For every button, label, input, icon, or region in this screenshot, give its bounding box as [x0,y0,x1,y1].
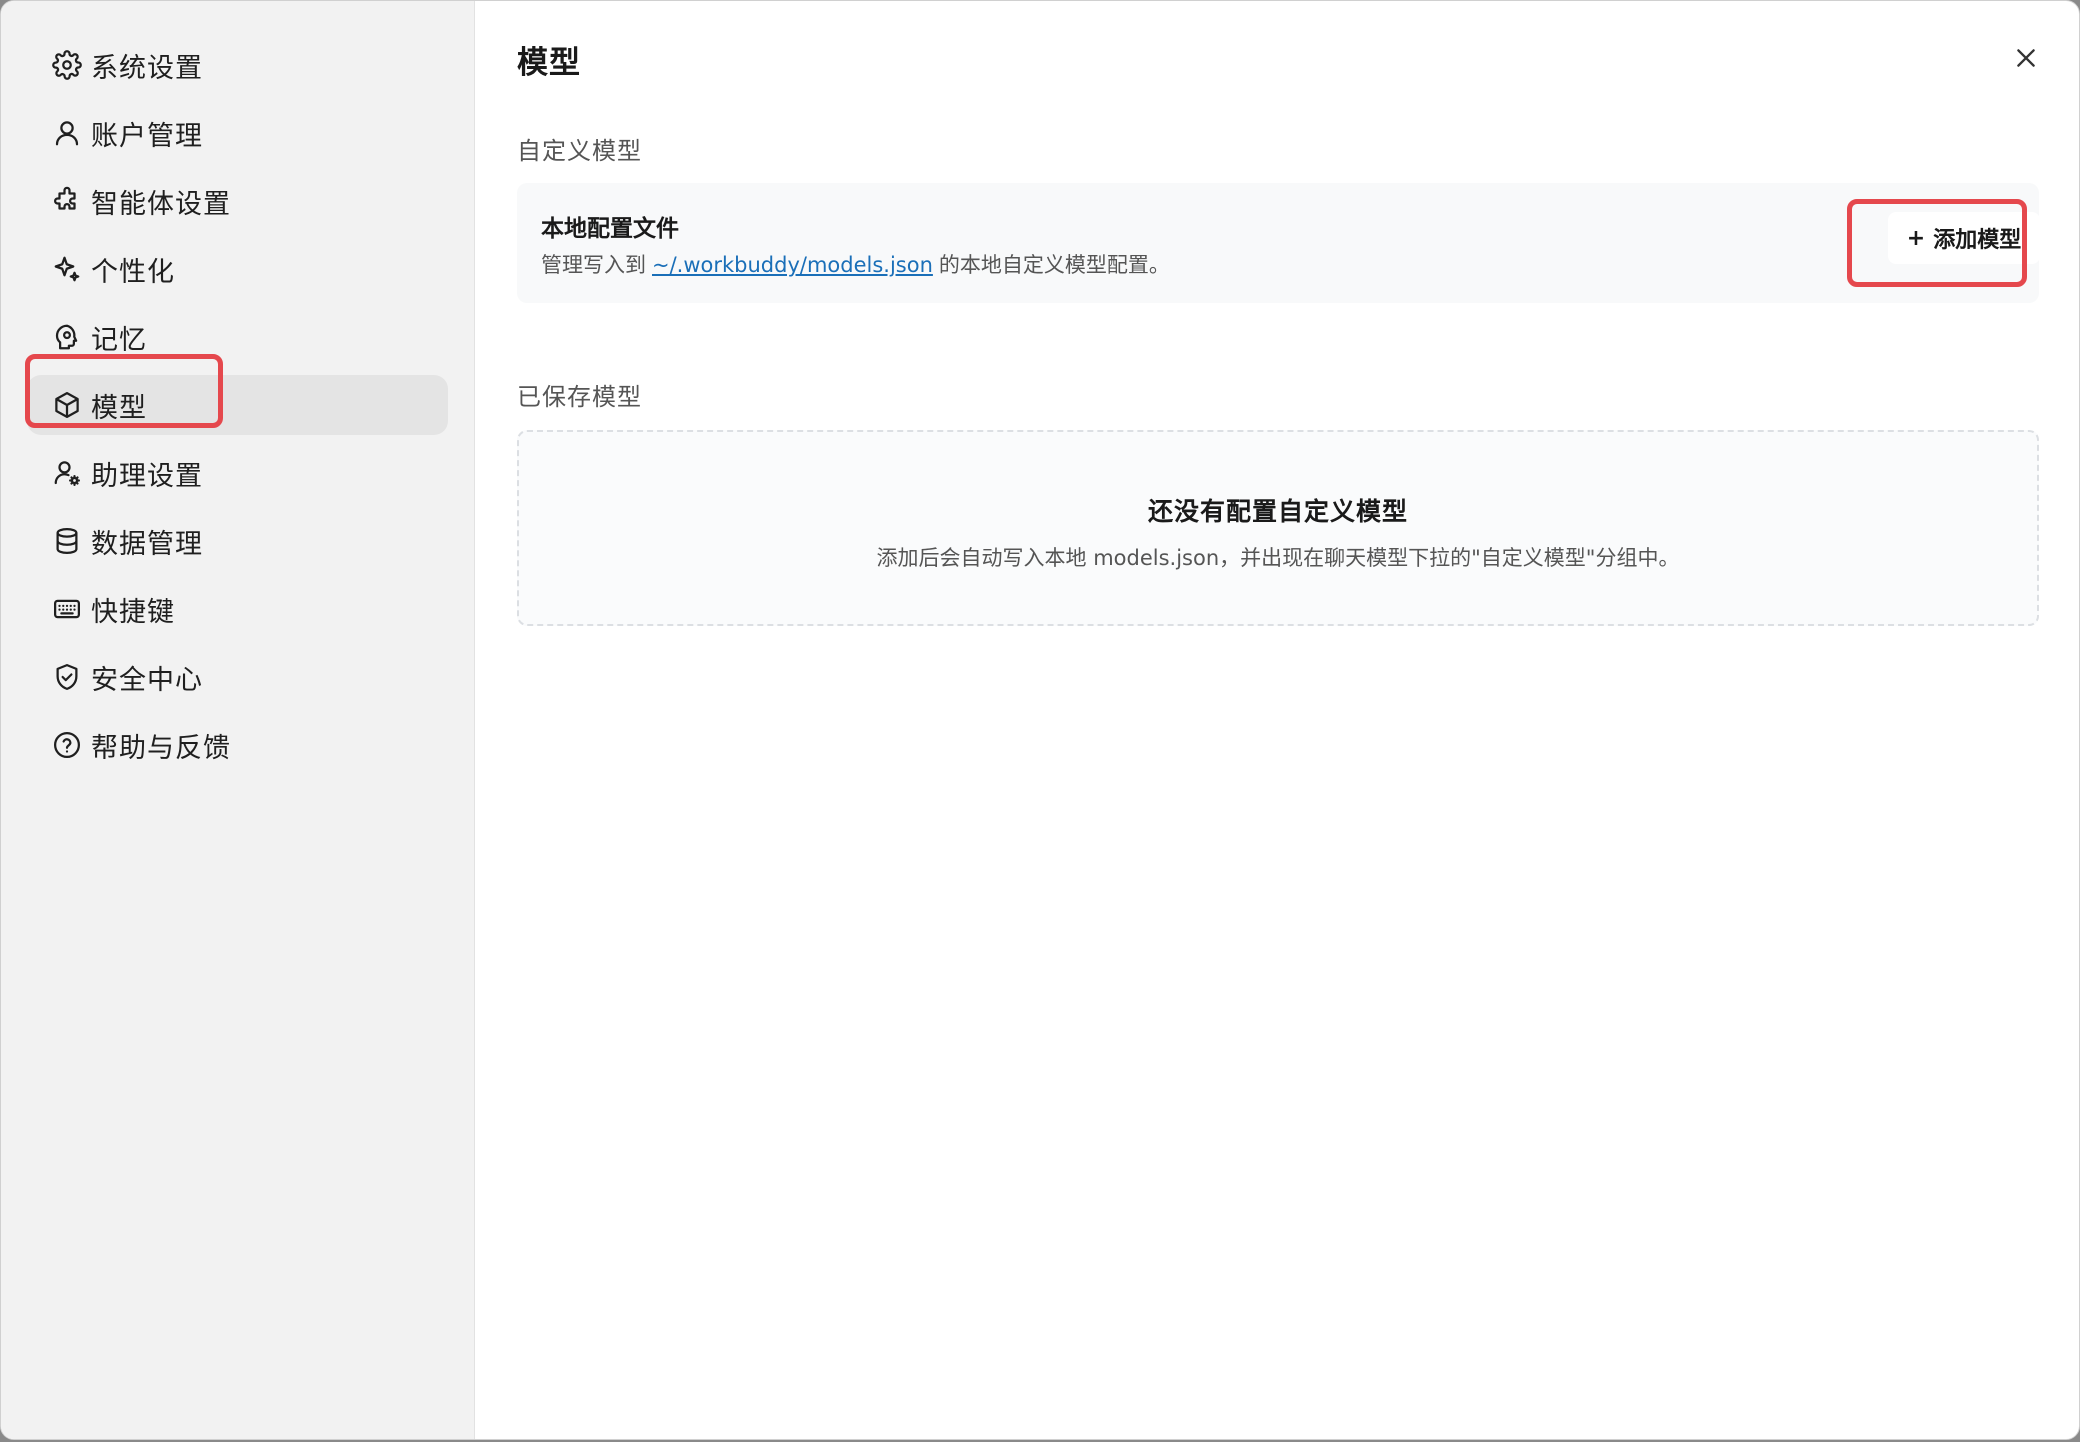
sparkle-icon [51,253,83,285]
keyboard-icon [51,593,83,625]
sidebar-item-label: 智能体设置 [91,188,231,220]
cube-icon [51,389,83,421]
sidebar-item-label: 账户管理 [91,120,203,152]
custom-models-heading: 自定义模型 [517,137,642,165]
config-card-description: 管理写入到 ~/.workbuddy/models.json 的本地自定义模型配置。 [541,249,1170,279]
sidebar-item-account[interactable]: 账户管理 [27,103,448,163]
sidebar-item-label: 快捷键 [91,596,175,628]
sidebar-item-memory[interactable]: 记忆 [27,307,448,367]
user-icon [51,117,83,149]
sidebar-item-label: 助理设置 [91,460,203,492]
settings-sidebar: 系统设置 账户管理 智能体设置 个性化 记忆 模型 助理设置 数据管理 快捷键 … [1,1,475,1439]
sidebar-item-help[interactable]: 帮助与反馈 [27,715,448,775]
sidebar-item-assistant[interactable]: 助理设置 [27,443,448,503]
sidebar-item-personalize[interactable]: 个性化 [27,239,448,299]
shield-check-icon [51,661,83,693]
config-desc-suffix: 的本地自定义模型配置。 [938,253,1170,277]
config-desc-prefix: 管理写入到 [541,253,646,277]
sidebar-item-shortcut[interactable]: 快捷键 [27,579,448,639]
close-icon [2013,45,2039,75]
add-model-button[interactable]: + 添加模型 [1888,212,2040,264]
add-model-label: 添加模型 [1933,228,2022,253]
sidebar-item-agent[interactable]: 智能体设置 [27,171,448,231]
empty-state-title: 还没有配置自定义模型 [1147,497,1408,526]
config-card-title: 本地配置文件 [541,216,679,242]
plus-icon: + [1906,225,1926,251]
close-button[interactable] [2007,41,2045,79]
saved-models-heading: 已保存模型 [517,383,642,411]
sidebar-item-label: 系统设置 [91,52,203,84]
sidebar-item-label: 模型 [91,392,147,424]
sidebar-item-label: 帮助与反馈 [91,732,231,764]
settings-window: 系统设置 账户管理 智能体设置 个性化 记忆 模型 助理设置 数据管理 快捷键 … [0,0,2080,1440]
sidebar-item-system[interactable]: 系统设置 [27,35,448,95]
puzzle-icon [51,185,83,217]
database-icon [51,525,83,557]
sidebar-item-data[interactable]: 数据管理 [27,511,448,571]
main-panel: 模型 自定义模型 本地配置文件 管理写入到 ~/.workbuddy/models… [475,1,2079,1439]
page-title: 模型 [517,45,581,81]
empty-state-description: 添加后会自动写入本地 models.json，并出现在聊天模型下拉的"自定义模型… [876,546,1680,570]
sidebar-item-label: 记忆 [91,324,147,356]
sidebar-item-label: 数据管理 [91,528,203,560]
models-json-link[interactable]: ~/.workbuddy/models.json [652,253,933,277]
user-gear-icon [51,457,83,489]
sidebar-item-security[interactable]: 安全中心 [27,647,448,707]
local-config-card: 本地配置文件 管理写入到 ~/.workbuddy/models.json 的本地自… [517,183,2040,303]
sidebar-item-label: 安全中心 [91,664,203,696]
gear-icon [51,49,83,81]
brain-icon [51,321,83,353]
saved-models-empty-state: 还没有配置自定义模型 添加后会自动写入本地 models.json，并出现在聊天… [517,430,2039,626]
help-circle-icon [51,729,83,761]
sidebar-item-model[interactable]: 模型 [27,375,448,435]
sidebar-item-label: 个性化 [91,256,175,288]
